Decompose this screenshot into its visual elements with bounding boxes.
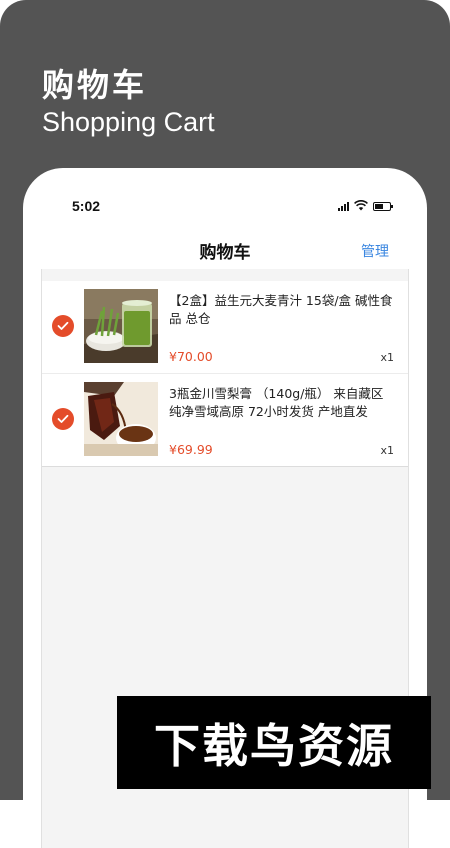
item-quantity: x1 <box>380 444 394 457</box>
item-checkbox[interactable] <box>52 408 74 430</box>
status-icons <box>338 200 393 211</box>
green-juice-glass-image[interactable] <box>84 289 158 363</box>
wifi-icon <box>354 200 368 211</box>
battery-icon <box>373 202 393 211</box>
watermark-banner: 下载鸟资源 <box>117 696 431 789</box>
item-quantity: x1 <box>380 351 394 364</box>
honey-syrup-pouring-image[interactable] <box>84 382 158 456</box>
checkmark-icon <box>57 321 69 330</box>
status-bar: 5:02 <box>23 168 427 238</box>
cart-list: 【2盒】益生元大麦青汁 15袋/盒 碱性食品 总仓 ¥70.00 x1 3瓶金川… <box>42 281 408 467</box>
cart-item[interactable]: 3瓶金川雪梨膏 （140g/瓶） 来自藏区纯净雪域高原 72小时发货 产地直发 … <box>42 373 408 466</box>
nav-bar: 购物车 管理 <box>23 230 427 270</box>
manage-button[interactable]: 管理 <box>361 241 389 261</box>
item-title[interactable]: 3瓶金川雪梨膏 （140g/瓶） 来自藏区纯净雪域高原 72小时发货 产地直发 <box>169 385 395 421</box>
cellular-signal-icon <box>338 201 349 211</box>
item-checkbox[interactable] <box>52 315 74 337</box>
promo-title-chinese: 购物车 <box>42 66 148 104</box>
status-time: 5:02 <box>72 198 101 214</box>
item-price: ¥69.99 <box>169 442 213 457</box>
checkmark-icon <box>57 414 69 423</box>
cart-item[interactable]: 【2盒】益生元大麦青汁 15袋/盒 碱性食品 总仓 ¥70.00 x1 <box>42 281 408 373</box>
promo-title-english: Shopping Cart <box>42 107 215 137</box>
watermark-text: 下载鸟资源 <box>154 718 394 773</box>
item-title[interactable]: 【2盒】益生元大麦青汁 15袋/盒 碱性食品 总仓 <box>169 292 395 328</box>
item-price: ¥70.00 <box>169 349 213 364</box>
